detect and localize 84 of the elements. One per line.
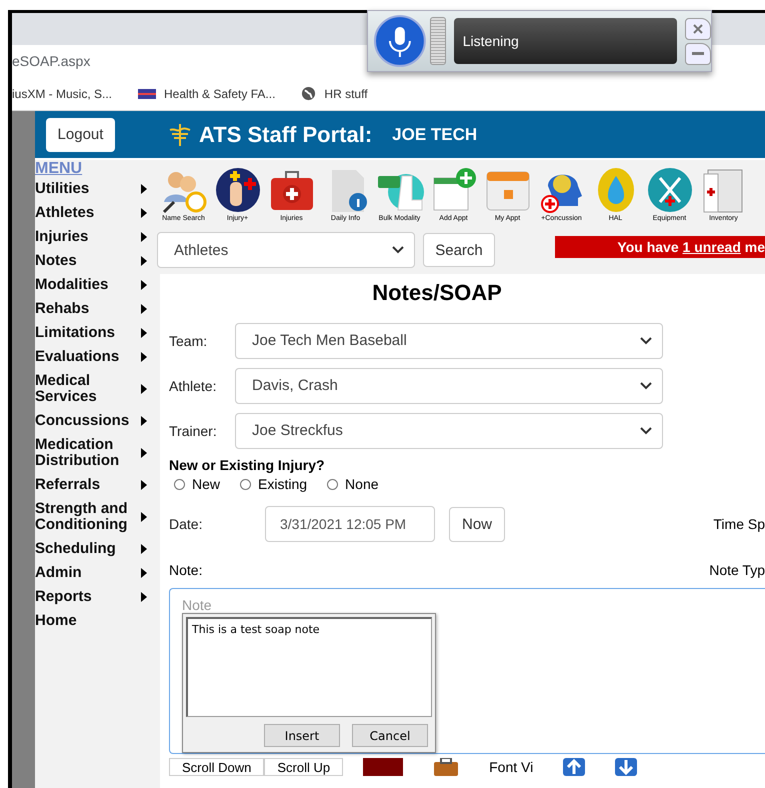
dialog-button[interactable]: Cancel [352,724,428,747]
calendar-icon [486,172,529,210]
radio-option[interactable]: New [174,476,220,492]
menu-item[interactable]: Admin [35,561,155,585]
scroll-button[interactable]: Scroll Up [264,758,344,776]
field-label: Trainer: [169,422,218,438]
field-label: Athlete: [169,378,218,394]
close-icon [692,22,704,34]
select-field[interactable]: Joe Streckfus [235,412,663,448]
unread-message-banner: You have 1 unread me [555,236,765,258]
head-brain-icon [540,174,582,213]
close-button[interactable] [685,18,711,40]
radio-button[interactable] [327,478,338,490]
menu-item[interactable]: Medication Distribution [35,433,155,473]
menu-item[interactable]: Modalities [35,273,155,297]
unread-link[interactable]: 1 unread [682,239,741,255]
menu-item[interactable]: Notes [35,249,155,273]
radio-button[interactable] [174,478,185,490]
first-aid-kit-icon [270,171,312,210]
menu-item[interactable]: Home [35,609,155,633]
menu-item[interactable]: Rehabs [35,297,155,321]
caduceus-logo-icon [167,122,193,148]
knee-injury-icon [216,168,260,212]
menu-item[interactable]: Strength and Conditioning [35,497,155,537]
daily-info-icon [332,170,366,212]
grip-handle[interactable] [430,17,446,65]
flag-icon [138,88,156,98]
scroll-button[interactable]: Scroll Down [169,758,264,776]
page-title: Notes/SOAP [371,280,503,306]
menu-item[interactable]: Reports [35,585,155,609]
menu-item[interactable]: Athletes [35,201,155,225]
menu-item[interactable]: Concussions [35,409,155,433]
logout-button[interactable]: Logout [46,118,115,152]
injury-question: New or Existing Injury? [169,457,326,473]
cabinet-icon [703,170,742,212]
menu-item[interactable]: Limitations [35,321,155,345]
date-field[interactable]: 3/31/2021 12:05 PM [265,506,435,542]
people-search-icon [162,172,206,214]
dictation-text-field[interactable]: This is a test soap note [186,617,432,717]
bookmark[interactable]: iusXM - Music, S... [12,86,112,100]
menu-item[interactable]: Utilities [35,177,155,201]
menu-heading: MENU [35,161,84,177]
radio-option[interactable]: Existing [240,476,308,492]
note-field[interactable]: Note This is a test soap note Insert Cancel [169,588,765,754]
maroon-tile-icon[interactable] [363,758,404,776]
menu-item[interactable]: Evaluations [35,345,155,369]
bandaged-foot-icon [378,174,424,210]
briefcase-icon[interactable] [433,758,460,776]
dropdown-caret-icon [640,336,652,344]
minimize-icon [692,52,704,56]
menu-item[interactable]: Referrals [35,473,155,497]
microphone-icon[interactable] [374,15,426,67]
dropdown-caret-icon [392,246,404,254]
field-label: Date: [169,516,204,532]
dropdown-caret-icon [640,382,652,390]
menu-item[interactable]: Injuries [35,225,155,249]
globe-icon [301,86,316,101]
crutches-icon [648,168,692,212]
add-appointment-icon [433,168,476,210]
bookmark[interactable]: HR stuff [301,86,368,101]
field-label: Team: [169,332,208,348]
font-view-label: Font Vi [489,759,534,775]
select-field[interactable]: Joe Tech Men Baseball [235,322,663,358]
user-name: JOE TECH [392,124,478,144]
dialog-button[interactable]: Insert [264,724,340,747]
radio-option[interactable]: None [327,476,379,492]
menu-item[interactable]: Medical Services [35,369,155,409]
bookmark[interactable]: Health & Safety FA... [138,86,276,100]
address-text[interactable]: eSOAP.aspx [12,53,90,69]
category-dropdown[interactable]: Athletes [157,232,415,268]
field-label: Time Sp [713,516,765,532]
radio-button[interactable] [240,478,252,490]
note-placeholder: Note [182,597,213,613]
dropdown-caret-icon [640,426,652,434]
minimize-button[interactable] [685,42,711,64]
field-label: Note: [169,562,202,578]
speech-status: Listening [454,18,677,64]
search-button[interactable]: Search [423,233,495,267]
now-button[interactable]: Now [449,506,505,542]
select-field[interactable]: Davis, Crash [235,368,663,404]
portal-title: ATS Staff Portal: [199,122,372,148]
field-label: Note Typ [709,562,765,578]
menu-item[interactable]: Scheduling [35,537,155,561]
water-drop-icon [598,168,634,212]
